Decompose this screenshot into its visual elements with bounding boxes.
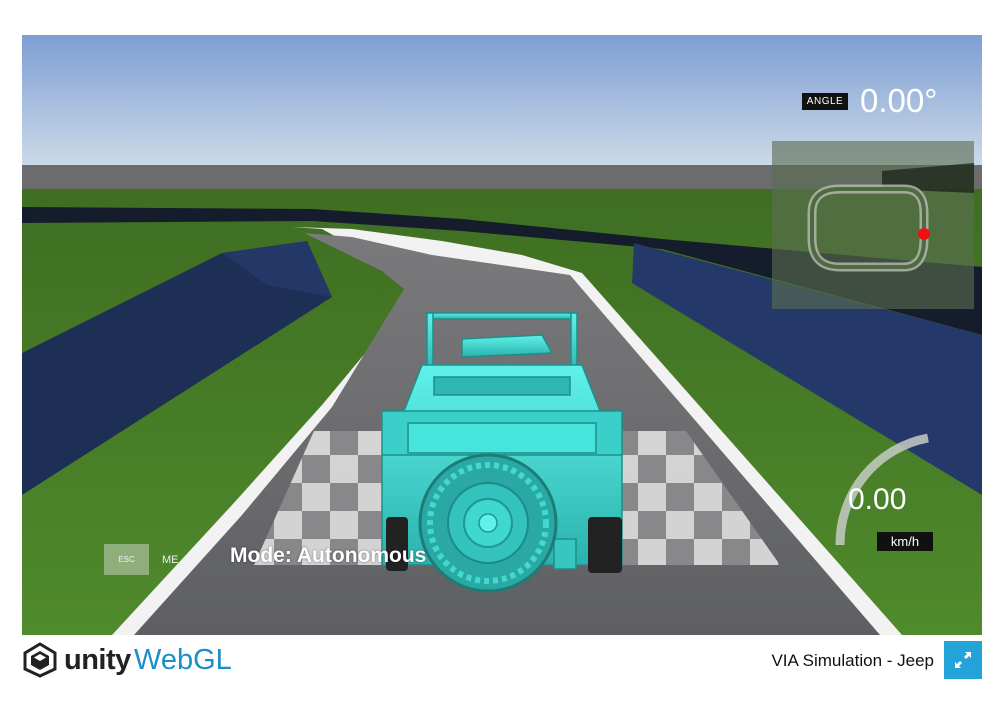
unity-logo-icon: [23, 642, 57, 678]
menu-label: ME: [162, 554, 179, 566]
drive-mode-label: Mode: Autonomous: [230, 544, 427, 567]
spare-wheel: [418, 453, 558, 593]
webgl-footer: unity WebGL VIA Simulation - Jeep: [0, 635, 1001, 711]
speed-value: 0.00: [848, 483, 907, 516]
car-position-marker: [918, 228, 930, 240]
webgl-wordmark: WebGL: [134, 644, 232, 676]
angle-tag: ANGLE: [802, 93, 848, 110]
build-title: VIA Simulation - Jeep: [771, 651, 934, 670]
unity-wordmark: unity: [64, 644, 131, 676]
expand-icon: [955, 652, 971, 668]
esc-key-hint[interactable]: ESC: [104, 544, 149, 575]
game-canvas[interactable]: ANGLE 0.00° 0.00 km/h ESC ME Mode: Auton…: [22, 35, 982, 635]
game-scene: [22, 35, 982, 635]
speed-unit-label: km/h: [877, 532, 933, 551]
minimap: [772, 141, 974, 309]
fullscreen-button[interactable]: [944, 641, 982, 679]
rear-tyre-right: [588, 517, 622, 573]
steering-angle-value: 0.00°: [860, 82, 938, 119]
minimap-track: [807, 184, 929, 272]
